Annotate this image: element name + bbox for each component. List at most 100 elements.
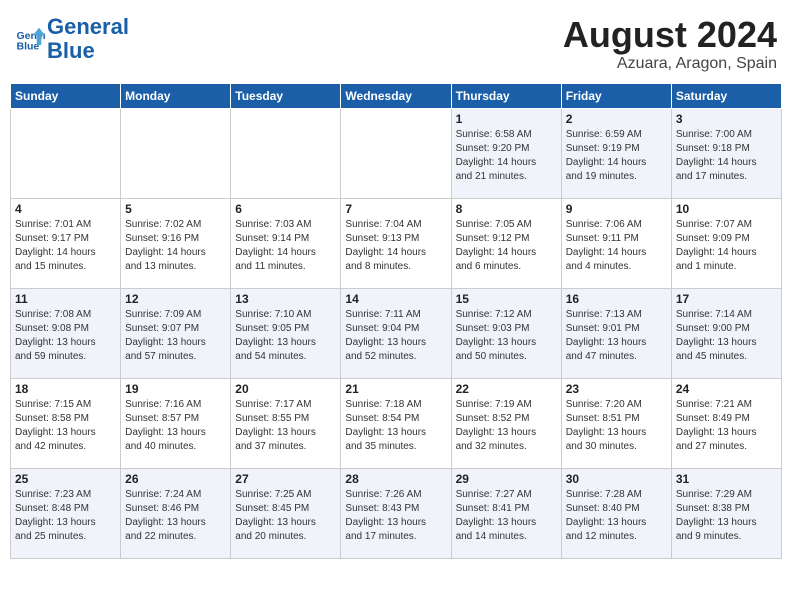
calendar-cell: 8Sunrise: 7:05 AMSunset: 9:12 PMDaylight… (451, 198, 561, 288)
day-info: Sunrise: 7:02 AMSunset: 9:16 PMDaylight:… (125, 218, 226, 274)
day-number: 19 (125, 382, 226, 396)
day-info: Sunrise: 7:23 AMSunset: 8:48 PMDaylight:… (15, 488, 116, 544)
day-info: Sunrise: 7:24 AMSunset: 8:46 PMDaylight:… (125, 488, 226, 544)
calendar-cell: 19Sunrise: 7:16 AMSunset: 8:57 PMDayligh… (121, 378, 231, 468)
day-number: 31 (676, 472, 777, 486)
week-row-4: 18Sunrise: 7:15 AMSunset: 8:58 PMDayligh… (11, 378, 782, 468)
calendar-cell: 18Sunrise: 7:15 AMSunset: 8:58 PMDayligh… (11, 378, 121, 468)
calendar-cell: 29 Sunrise: 7:27 AMSunset: 8:41 PMDayligh… (451, 468, 561, 558)
day-number: 22 (456, 382, 557, 396)
logo: General Blue General Blue (15, 15, 129, 63)
day-number: 29 (456, 472, 557, 486)
calendar-cell: 11 Sunrise: 7:08 AMSunset: 9:08 PMDayligh… (11, 288, 121, 378)
day-number: 9 (566, 202, 667, 216)
day-number: 5 (125, 202, 226, 216)
day-number: 30 (566, 472, 667, 486)
day-number: 25 (15, 472, 116, 486)
day-number: 17 (676, 292, 777, 306)
day-number: 15 (456, 292, 557, 306)
calendar-cell: 9 Sunrise: 7:06 AMSunset: 9:11 PMDaylight… (561, 198, 671, 288)
title-block: August 2024 Azuara, Aragon, Spain (563, 15, 777, 73)
calendar-body: 1 Sunrise: 6:58 AMSunset: 9:20 PMDaylight… (11, 108, 782, 558)
day-number: 23 (566, 382, 667, 396)
weekday-saturday: Saturday (671, 83, 781, 108)
day-info: Sunrise: 7:06 AMSunset: 9:11 PMDaylight:… (566, 218, 667, 274)
calendar-cell: 20 Sunrise: 7:17 AMSunset: 8:55 PMDayligh… (231, 378, 341, 468)
day-info: Sunrise: 7:04 AMSunset: 9:13 PMDaylight:… (345, 218, 446, 274)
day-info: Sunrise: 7:18 AMSunset: 8:54 PMDaylight:… (345, 398, 446, 454)
calendar-cell: 15 Sunrise: 7:12 AMSunset: 9:03 PMDayligh… (451, 288, 561, 378)
day-number: 3 (676, 112, 777, 126)
day-number: 28 (345, 472, 446, 486)
day-info: Sunrise: 7:13 AMSunset: 9:01 PMDaylight:… (566, 308, 667, 364)
page-header: General Blue General Blue August 2024 Az… (10, 10, 782, 73)
day-info: Sunrise: 7:27 AMSunset: 8:41 PMDaylight:… (456, 488, 557, 544)
day-info: Sunrise: 7:17 AMSunset: 8:55 PMDaylight:… (235, 398, 336, 454)
day-info: Sunrise: 7:07 AMSunset: 9:09 PMDaylight:… (676, 218, 777, 274)
calendar-cell (121, 108, 231, 198)
day-info: Sunrise: 7:21 AMSunset: 8:49 PMDaylight:… (676, 398, 777, 454)
day-info: Sunrise: 7:14 AMSunset: 9:00 PMDaylight:… (676, 308, 777, 364)
week-row-5: 25 Sunrise: 7:23 AMSunset: 8:48 PMDayligh… (11, 468, 782, 558)
day-info: Sunrise: 7:20 AMSunset: 8:51 PMDaylight:… (566, 398, 667, 454)
day-info: Sunrise: 7:29 AMSunset: 8:38 PMDaylight:… (676, 488, 777, 544)
day-number: 26 (125, 472, 226, 486)
weekday-friday: Friday (561, 83, 671, 108)
calendar-cell: 26 Sunrise: 7:24 AMSunset: 8:46 PMDayligh… (121, 468, 231, 558)
calendar-cell: 7 Sunrise: 7:04 AMSunset: 9:13 PMDaylight… (341, 198, 451, 288)
day-info: Sunrise: 7:00 AMSunset: 9:18 PMDaylight:… (676, 128, 777, 184)
day-number: 27 (235, 472, 336, 486)
weekday-tuesday: Tuesday (231, 83, 341, 108)
calendar-cell: 16 Sunrise: 7:13 AMSunset: 9:01 PMDayligh… (561, 288, 671, 378)
day-number: 12 (125, 292, 226, 306)
svg-text:Blue: Blue (17, 41, 40, 53)
day-number: 11 (15, 292, 116, 306)
day-info: Sunrise: 7:08 AMSunset: 9:08 PMDaylight:… (15, 308, 116, 364)
day-number: 1 (456, 112, 557, 126)
day-number: 16 (566, 292, 667, 306)
calendar-cell (231, 108, 341, 198)
weekday-monday: Monday (121, 83, 231, 108)
calendar-cell: 14 Sunrise: 7:11 AMSunset: 9:04 PMDayligh… (341, 288, 451, 378)
day-info: Sunrise: 7:12 AMSunset: 9:03 PMDaylight:… (456, 308, 557, 364)
day-info: Sunrise: 7:11 AMSunset: 9:04 PMDaylight:… (345, 308, 446, 364)
day-info: Sunrise: 7:28 AMSunset: 8:40 PMDaylight:… (566, 488, 667, 544)
calendar-cell: 2Sunrise: 6:59 AMSunset: 9:19 PMDaylight… (561, 108, 671, 198)
day-info: Sunrise: 7:19 AMSunset: 8:52 PMDaylight:… (456, 398, 557, 454)
calendar-cell: 3 Sunrise: 7:00 AMSunset: 9:18 PMDaylight… (671, 108, 781, 198)
day-number: 10 (676, 202, 777, 216)
calendar-cell: 17 Sunrise: 7:14 AMSunset: 9:00 PMDayligh… (671, 288, 781, 378)
day-number: 2 (566, 112, 667, 126)
calendar-cell: 24Sunrise: 7:21 AMSunset: 8:49 PMDayligh… (671, 378, 781, 468)
calendar-cell: 5 Sunrise: 7:02 AMSunset: 9:16 PMDaylight… (121, 198, 231, 288)
calendar-cell: 27 Sunrise: 7:25 AMSunset: 8:45 PMDayligh… (231, 468, 341, 558)
calendar-cell: 6Sunrise: 7:03 AMSunset: 9:14 PMDaylight… (231, 198, 341, 288)
calendar-cell: 31 Sunrise: 7:29 AMSunset: 8:38 PMDayligh… (671, 468, 781, 558)
day-number: 6 (235, 202, 336, 216)
day-number: 4 (15, 202, 116, 216)
calendar-cell: 10 Sunrise: 7:07 AMSunset: 9:09 PMDayligh… (671, 198, 781, 288)
weekday-thursday: Thursday (451, 83, 561, 108)
week-row-3: 11 Sunrise: 7:08 AMSunset: 9:08 PMDayligh… (11, 288, 782, 378)
calendar-cell: 25 Sunrise: 7:23 AMSunset: 8:48 PMDayligh… (11, 468, 121, 558)
week-row-1: 1 Sunrise: 6:58 AMSunset: 9:20 PMDaylight… (11, 108, 782, 198)
calendar-table: SundayMondayTuesdayWednesdayThursdayFrid… (10, 83, 782, 559)
day-number: 7 (345, 202, 446, 216)
day-info: Sunrise: 7:10 AMSunset: 9:05 PMDaylight:… (235, 308, 336, 364)
day-info: Sunrise: 6:58 AMSunset: 9:20 PMDaylight:… (456, 128, 557, 184)
day-number: 14 (345, 292, 446, 306)
weekday-sunday: Sunday (11, 83, 121, 108)
calendar-cell: 1 Sunrise: 6:58 AMSunset: 9:20 PMDaylight… (451, 108, 561, 198)
day-number: 20 (235, 382, 336, 396)
day-info: Sunrise: 7:15 AMSunset: 8:58 PMDaylight:… (15, 398, 116, 454)
day-number: 8 (456, 202, 557, 216)
calendar-cell (341, 108, 451, 198)
calendar-cell: 30 Sunrise: 7:28 AMSunset: 8:40 PMDayligh… (561, 468, 671, 558)
day-info: Sunrise: 7:26 AMSunset: 8:43 PMDaylight:… (345, 488, 446, 544)
location: Azuara, Aragon, Spain (563, 55, 777, 73)
calendar-cell: 4 Sunrise: 7:01 AMSunset: 9:17 PMDaylight… (11, 198, 121, 288)
day-number: 13 (235, 292, 336, 306)
weekday-wednesday: Wednesday (341, 83, 451, 108)
day-info: Sunrise: 7:01 AMSunset: 9:17 PMDaylight:… (15, 218, 116, 274)
day-info: Sunrise: 7:25 AMSunset: 8:45 PMDaylight:… (235, 488, 336, 544)
